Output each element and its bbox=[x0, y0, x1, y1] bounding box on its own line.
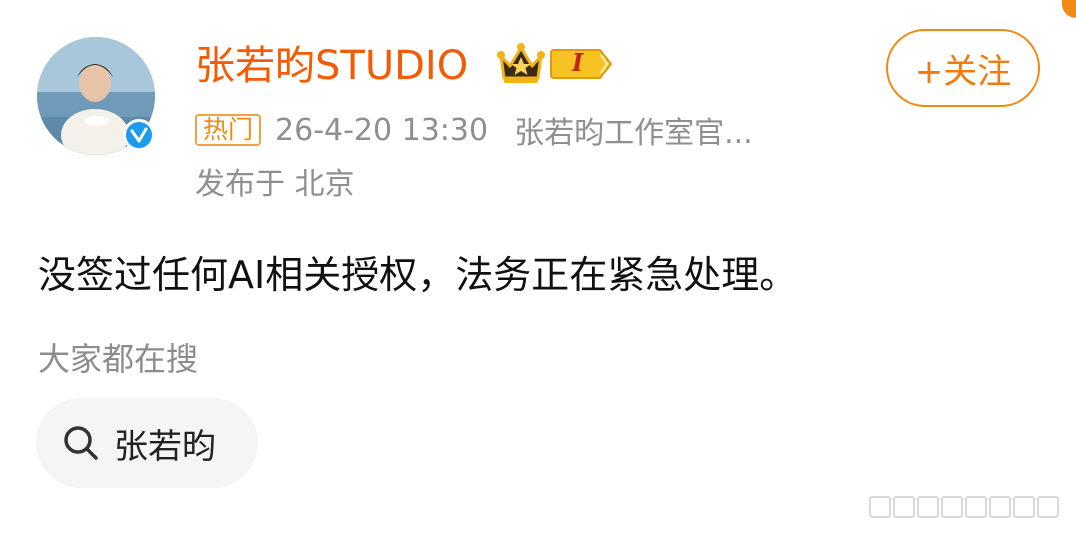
window-corner-accent bbox=[1062, 0, 1076, 18]
follow-button[interactable]: +关注 bbox=[886, 29, 1040, 107]
post-meta: 热门 26-4-20 13:30 张若昀工作室官... bbox=[195, 108, 753, 152]
watermark bbox=[868, 493, 1070, 523]
search-chip-label: 张若昀 bbox=[114, 426, 216, 467]
username[interactable]: 张若昀STUDIO bbox=[195, 40, 468, 92]
post-timestamp: 26-4-20 13:30 bbox=[275, 112, 489, 148]
search-chip[interactable]: 张若昀 bbox=[36, 398, 258, 488]
level-badge: I bbox=[550, 47, 614, 81]
hot-tag[interactable]: 热门 bbox=[195, 114, 262, 146]
post-location: 发布于 北京 bbox=[195, 167, 355, 202]
user-badges: I bbox=[496, 42, 614, 86]
trending-search-heading: 大家都在搜 bbox=[38, 340, 199, 378]
verified-check-icon bbox=[123, 119, 155, 151]
crown-icon bbox=[497, 43, 545, 83]
avatar[interactable] bbox=[37, 37, 155, 155]
post-source[interactable]: 张若昀工作室官... bbox=[514, 108, 753, 152]
follow-button-label: +关注 bbox=[914, 51, 1012, 92]
post-text: 没签过任何AI相关授权，法务正在紧急处理。 bbox=[38, 253, 798, 297]
search-icon bbox=[64, 426, 98, 460]
level-badge-label: I bbox=[572, 48, 584, 77]
